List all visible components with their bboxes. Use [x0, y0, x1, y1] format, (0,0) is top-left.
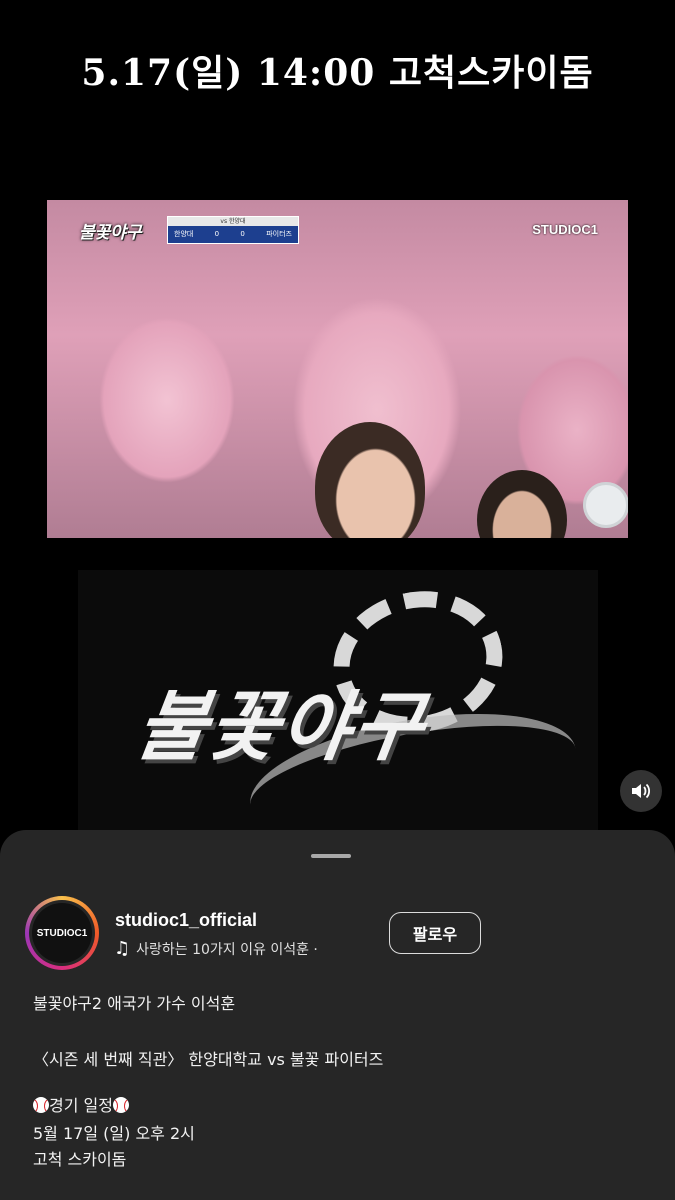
- music-info[interactable]: ♫ 사랑하는 10가지 이유 이석훈 ·: [114, 938, 318, 959]
- caption-venue: 고척 스카이돔: [33, 1150, 127, 1169]
- scoreboard: vs 한양대 한양대 0 0 파이터즈: [167, 216, 299, 244]
- schedule-label: 경기 일정: [49, 1096, 113, 1115]
- caption-line-2: 〈시즌 세 번째 직관〉 한양대학교 vs 불꽃 파이터즈: [33, 1050, 384, 1069]
- page-title: 5.17(일) 14:00 고척스카이돔: [81, 52, 594, 94]
- avatar: STUDIOC1: [32, 903, 92, 963]
- sheet-grab-handle[interactable]: [311, 854, 351, 858]
- music-note-icon: ♫: [114, 938, 131, 959]
- music-track: 사랑하는 10가지 이유 이석훈 ·: [136, 941, 318, 958]
- video-handheld-fan: [583, 482, 628, 528]
- avatar-gap: STUDIOC1: [29, 900, 95, 966]
- scoreboard-header: vs 한양대: [168, 217, 298, 226]
- promo-logo: 불꽃야구: [78, 570, 598, 830]
- caption-date: 5월 17일 (일) 오후 2시: [33, 1124, 195, 1143]
- username[interactable]: studioc1_official: [115, 910, 257, 931]
- caption-schedule: 경기 일정: [33, 1092, 129, 1116]
- baseball-icon: [33, 1097, 49, 1113]
- studio-watermark: STUDIOC1: [532, 222, 598, 237]
- promo-logo-text: 불꽃야구: [130, 682, 432, 771]
- post-sheet: STUDIOC1 studioc1_official ♫ 사랑하는 10가지 이…: [0, 830, 675, 1200]
- home-team: 한양대: [174, 230, 194, 238]
- home-score: 0: [214, 230, 220, 238]
- broadcast-logo: 불꽃야구: [79, 223, 142, 243]
- caption-line-1: 불꽃야구2 애국가 가수 이석훈: [33, 994, 236, 1013]
- baseball-icon: [112, 1097, 129, 1113]
- video-player[interactable]: 불꽃야구 vs 한양대 한양대 0 0 파이터즈 STUDIOC1: [47, 200, 628, 538]
- avatar-story-ring[interactable]: STUDIOC1: [25, 896, 99, 970]
- away-team: 파이터즈: [266, 230, 292, 238]
- away-score: 0: [240, 230, 245, 238]
- speaker-icon: [632, 783, 651, 799]
- follow-button[interactable]: 팔로우: [389, 912, 481, 954]
- volume-button[interactable]: [620, 770, 662, 812]
- scoreboard-row: 한양대 0 0 파이터즈: [168, 226, 298, 242]
